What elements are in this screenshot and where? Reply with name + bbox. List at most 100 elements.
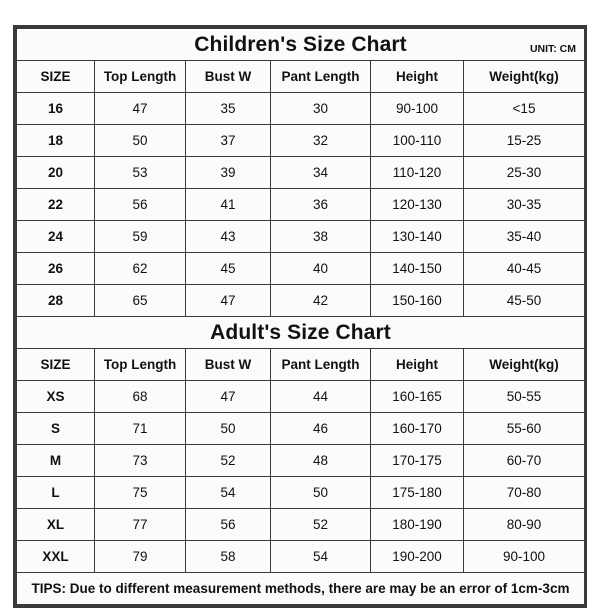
cell-bust-w: 54 <box>185 476 271 509</box>
column-header-height: Height <box>370 348 464 381</box>
cell-top-length: 53 <box>94 156 186 189</box>
table-row: 16 47 35 30 90-100 <15 <box>16 92 586 125</box>
cell-weight: 35-40 <box>462 220 586 253</box>
cell-top-length: 68 <box>94 380 186 413</box>
cell-size: 26 <box>16 252 95 285</box>
cell-pant-length: 42 <box>270 284 371 317</box>
cell-size: 16 <box>16 92 95 125</box>
table-row: 24 59 43 38 130-140 35-40 <box>16 220 586 253</box>
cell-bust-w: 41 <box>185 188 271 221</box>
cell-weight: 90-100 <box>462 540 586 573</box>
column-header-bust-w: Bust W <box>185 348 271 381</box>
cell-weight: 30-35 <box>462 188 586 221</box>
cell-bust-w: 37 <box>185 124 271 157</box>
cell-pant-length: 36 <box>270 188 371 221</box>
cell-top-length: 47 <box>94 92 186 125</box>
cell-height: 100-110 <box>370 124 464 157</box>
cell-height: 170-175 <box>370 444 464 477</box>
cell-weight: 55-60 <box>462 412 586 445</box>
table-row: XXL 79 58 54 190-200 90-100 <box>16 540 586 573</box>
column-header-size: SIZE <box>16 60 95 93</box>
cell-pant-length: 48 <box>270 444 371 477</box>
adults-title-cell: Adult's Size Chart <box>15 316 586 349</box>
cell-height: 190-200 <box>370 540 464 573</box>
cell-pant-length: 46 <box>270 412 371 445</box>
cell-pant-length: 50 <box>270 476 371 509</box>
cell-height: 90-100 <box>370 92 464 125</box>
column-header-weight: Weight(kg) <box>462 60 586 93</box>
cell-weight: 25-30 <box>462 156 586 189</box>
cell-bust-w: 52 <box>185 444 271 477</box>
cell-size: 28 <box>16 284 95 317</box>
cell-size: L <box>16 476 95 509</box>
cell-top-length: 59 <box>94 220 186 253</box>
table-row: 18 50 37 32 100-110 15-25 <box>16 124 586 157</box>
column-header-size: SIZE <box>16 348 95 381</box>
cell-height: 140-150 <box>370 252 464 285</box>
cell-height: 160-170 <box>370 412 464 445</box>
cell-weight: 40-45 <box>462 252 586 285</box>
cell-size: S <box>16 412 95 445</box>
cell-weight: <15 <box>462 92 586 125</box>
size-chart-sheet: Children's Size Chart UNIT: CM SIZE Top … <box>13 25 587 608</box>
table-row: 20 53 39 34 110-120 25-30 <box>16 156 586 189</box>
cell-top-length: 50 <box>94 124 186 157</box>
adults-title-row: Adult's Size Chart <box>15 316 586 349</box>
table-row: 28 65 47 42 150-160 45-50 <box>16 284 586 317</box>
column-header-height: Height <box>370 60 464 93</box>
cell-top-length: 79 <box>94 540 186 573</box>
table-row: 26 62 45 40 140-150 40-45 <box>16 252 586 285</box>
table-row: XL 77 56 52 180-190 80-90 <box>16 508 586 541</box>
cell-top-length: 73 <box>94 444 186 477</box>
table-row: 22 56 41 36 120-130 30-35 <box>16 188 586 221</box>
cell-weight: 45-50 <box>462 284 586 317</box>
adults-chart-title: Adult's Size Chart <box>210 320 391 344</box>
cell-weight: 60-70 <box>462 444 586 477</box>
column-header-pant-length: Pant Length <box>270 60 371 93</box>
cell-bust-w: 47 <box>185 380 271 413</box>
cell-weight: 50-55 <box>462 380 586 413</box>
cell-size: 18 <box>16 124 95 157</box>
cell-bust-w: 58 <box>185 540 271 573</box>
cell-height: 130-140 <box>370 220 464 253</box>
adults-header-row: SIZE Top Length Bust W Pant Length Heigh… <box>16 348 586 381</box>
column-header-top-length: Top Length <box>94 348 186 381</box>
cell-size: XXL <box>16 540 95 573</box>
cell-size: 22 <box>16 188 95 221</box>
cell-size: 20 <box>16 156 95 189</box>
children-chart-title: Children's Size Chart <box>194 32 407 56</box>
table-row: XS 68 47 44 160-165 50-55 <box>16 380 586 413</box>
cell-top-length: 65 <box>94 284 186 317</box>
column-header-weight: Weight(kg) <box>462 348 586 381</box>
table-row: M 73 52 48 170-175 60-70 <box>16 444 586 477</box>
cell-size: 24 <box>16 220 95 253</box>
table-row: L 75 54 50 175-180 70-80 <box>16 476 586 509</box>
cell-height: 180-190 <box>370 508 464 541</box>
cell-size: XS <box>16 380 95 413</box>
children-title-row: Children's Size Chart UNIT: CM <box>15 28 586 61</box>
cell-bust-w: 45 <box>185 252 271 285</box>
cell-height: 160-165 <box>370 380 464 413</box>
cell-bust-w: 47 <box>185 284 271 317</box>
cell-height: 110-120 <box>370 156 464 189</box>
children-header-row: SIZE Top Length Bust W Pant Length Heigh… <box>16 60 586 93</box>
cell-pant-length: 44 <box>270 380 371 413</box>
cell-bust-w: 43 <box>185 220 271 253</box>
cell-size: XL <box>16 508 95 541</box>
cell-pant-length: 32 <box>270 124 371 157</box>
cell-pant-length: 30 <box>270 92 371 125</box>
cell-top-length: 75 <box>94 476 186 509</box>
cell-pant-length: 54 <box>270 540 371 573</box>
unit-label: UNIT: CM <box>529 43 577 55</box>
cell-pant-length: 40 <box>270 252 371 285</box>
cell-top-length: 71 <box>94 412 186 445</box>
cell-weight: 70-80 <box>462 476 586 509</box>
cell-pant-length: 52 <box>270 508 371 541</box>
chart-body: Children's Size Chart UNIT: CM SIZE Top … <box>15 28 586 605</box>
cell-height: 120-130 <box>370 188 464 221</box>
cell-pant-length: 34 <box>270 156 371 189</box>
cell-size: M <box>16 444 95 477</box>
column-header-bust-w: Bust W <box>185 60 271 93</box>
cell-bust-w: 50 <box>185 412 271 445</box>
cell-height: 175-180 <box>370 476 464 509</box>
